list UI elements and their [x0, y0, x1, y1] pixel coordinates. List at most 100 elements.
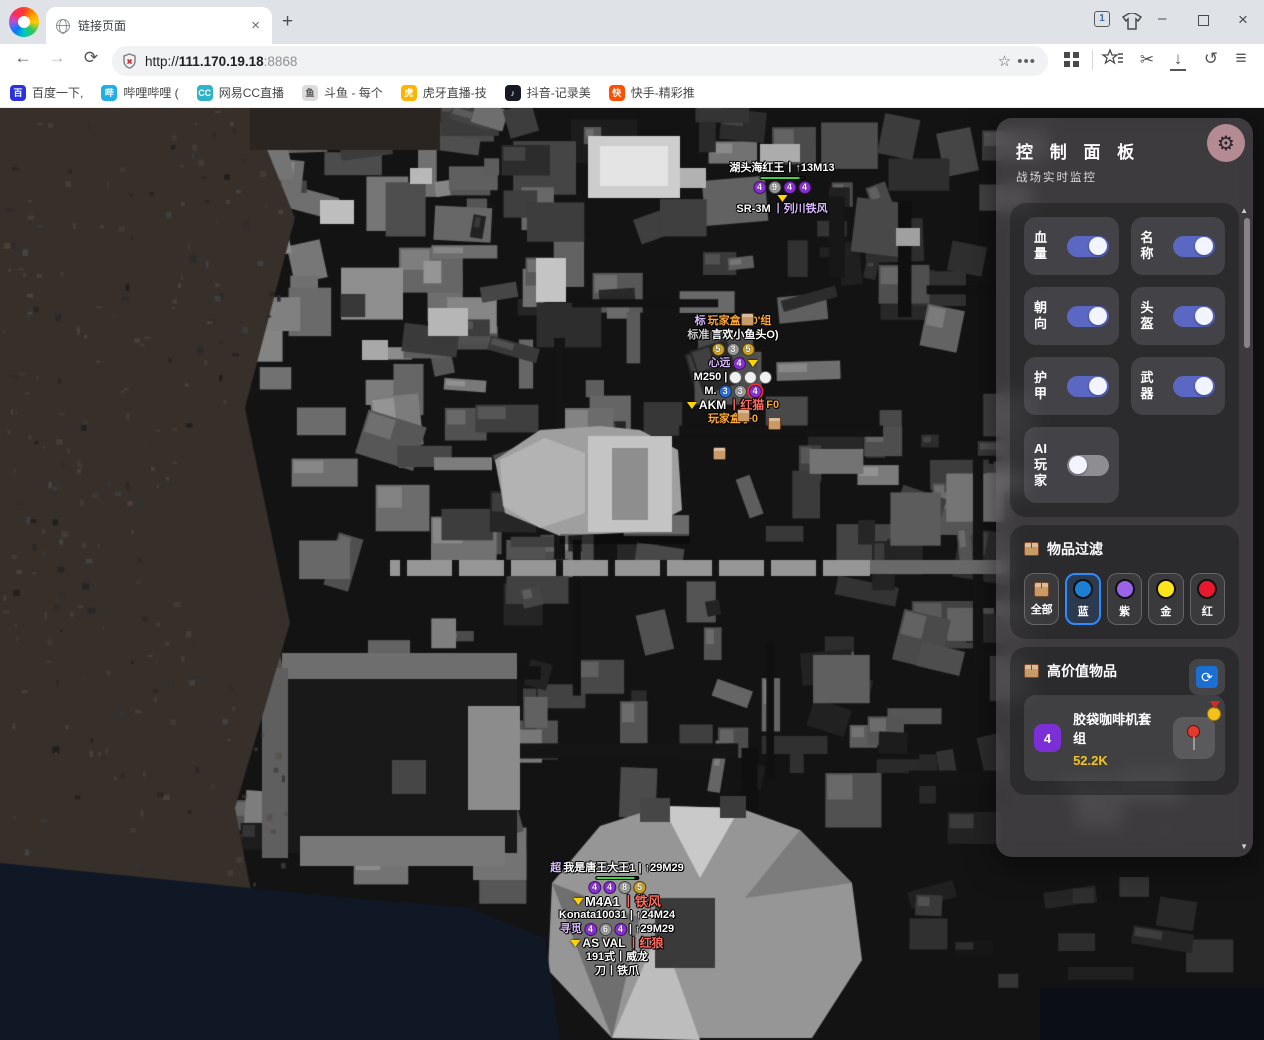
- screenshot-scissors-icon[interactable]: ✂: [1134, 50, 1160, 70]
- rarity-dot-icon: [1115, 579, 1135, 599]
- bookmark-favicon: 鱼: [302, 85, 318, 101]
- bookmark-favicon: CC: [197, 85, 213, 101]
- toggle-switch[interactable]: [1067, 306, 1109, 327]
- download-icon[interactable]: ↓: [1170, 49, 1186, 71]
- toggle-card-名称[interactable]: 名 称: [1131, 217, 1226, 275]
- rarity-dot-icon: [1073, 579, 1093, 599]
- bookmark-favicon: 哔: [101, 85, 117, 101]
- high-value-title: 高价值物品: [1047, 661, 1117, 681]
- toggle-label: 名 称: [1141, 230, 1154, 263]
- more-actions-icon[interactable]: •••: [1017, 53, 1036, 70]
- undo-icon[interactable]: ↺: [1198, 49, 1224, 69]
- scrollbar-thumb[interactable]: [1244, 218, 1250, 348]
- filter-button-金[interactable]: 金: [1148, 573, 1183, 625]
- box-icon: [1024, 542, 1039, 556]
- active-tab[interactable]: 链接页面 ×: [46, 7, 272, 44]
- bookmark-favicon: 快: [609, 85, 625, 101]
- filter-button-紫[interactable]: 紫: [1107, 573, 1142, 625]
- map-pin-icon: [1193, 737, 1195, 750]
- scroll-down-arrow[interactable]: ▼: [1240, 842, 1248, 851]
- box-icon: [1034, 582, 1049, 597]
- new-tab-button[interactable]: +: [282, 11, 293, 33]
- browser-logo: [9, 7, 39, 37]
- toggle-label: AI 玩 家: [1034, 441, 1047, 490]
- tab-close-icon[interactable]: ×: [249, 17, 262, 34]
- toggle-card-护甲[interactable]: 护 甲: [1024, 357, 1119, 415]
- toggle-card-血量[interactable]: 血 量: [1024, 217, 1119, 275]
- toggle-section: 血 量 名 称朝 向 头 盔护 甲 武 器 AI 玩 家: [1010, 203, 1239, 517]
- bookmark-item[interactable]: 虎虎牙直播-技: [401, 84, 487, 101]
- filter-button-红[interactable]: 红: [1190, 573, 1225, 625]
- item-name: 胶袋咖啡机套组: [1073, 709, 1161, 747]
- menu-icon[interactable]: ≡: [1228, 48, 1254, 70]
- item-filter-section: 物品过滤 全部蓝紫金红: [1010, 525, 1239, 639]
- toggle-card-朝向[interactable]: 朝 向: [1024, 287, 1119, 345]
- filter-label: 全部: [1031, 601, 1053, 617]
- apps-grid-icon[interactable]: [1064, 52, 1079, 67]
- toggle-switch[interactable]: [1173, 306, 1215, 327]
- maximize-button[interactable]: [1198, 13, 1209, 30]
- url-text: http://111.170.19.18:8868: [145, 54, 992, 69]
- insecure-shield-icon: [122, 53, 137, 69]
- item-value: 52.2K: [1073, 753, 1161, 768]
- refresh-icon: ⟳: [1196, 666, 1218, 688]
- item-grade-badge: 4: [1034, 724, 1061, 752]
- medal-icon: [1207, 707, 1221, 721]
- tab-count-badge[interactable]: 1: [1094, 11, 1110, 27]
- toggle-card-AI玩家[interactable]: AI 玩 家: [1024, 427, 1119, 503]
- toggle-label: 朝 向: [1034, 300, 1047, 333]
- tab-strip: 链接页面 × + 1 – ×: [0, 0, 1264, 44]
- panel-title: 控 制 面 板: [1016, 138, 1233, 163]
- toggle-switch[interactable]: [1067, 455, 1109, 476]
- bookmark-label: 抖音-记录美: [527, 84, 591, 101]
- bookmark-favicon: ♪: [505, 85, 521, 101]
- toggle-switch[interactable]: [1067, 236, 1109, 257]
- bookmark-item[interactable]: 快快手-精彩推: [609, 84, 695, 101]
- filter-label: 蓝: [1078, 603, 1089, 619]
- bookmark-favicon: 百: [10, 85, 26, 101]
- bookmark-item[interactable]: 鱼斗鱼 - 每个: [302, 84, 383, 101]
- bookmark-label: 百度一下,: [32, 84, 83, 101]
- bookmark-item[interactable]: CC网易CC直播: [197, 84, 284, 101]
- address-bar[interactable]: http://111.170.19.18:8868 ☆ •••: [112, 46, 1048, 76]
- globe-icon: [56, 19, 70, 33]
- tab-title: 链接页面: [78, 17, 249, 34]
- toggle-switch[interactable]: [1173, 376, 1215, 397]
- bookmark-label: 快手-精彩推: [631, 84, 695, 101]
- bookmark-label: 斗鱼 - 每个: [324, 84, 383, 101]
- panel-subtitle: 战场实时监控: [1016, 169, 1233, 185]
- window-close-button[interactable]: ×: [1238, 10, 1248, 30]
- settings-button[interactable]: ⚙: [1207, 124, 1245, 162]
- rarity-dot-icon: [1197, 579, 1217, 599]
- filter-button-全部[interactable]: 全部: [1024, 573, 1059, 625]
- bookmark-item[interactable]: 哔哔哩哔哩 (: [101, 84, 178, 101]
- bookmark-item[interactable]: 百百度一下,: [10, 84, 83, 101]
- bookmark-label: 虎牙直播-技: [423, 84, 487, 101]
- toggle-card-武器[interactable]: 武 器: [1131, 357, 1226, 415]
- bookmark-item[interactable]: ♪ 抖音-记录美: [505, 84, 591, 101]
- reload-button[interactable]: ⟳: [78, 48, 104, 68]
- back-button[interactable]: ←: [10, 48, 36, 68]
- bookmark-star-icon[interactable]: ☆: [998, 52, 1011, 70]
- forward-button[interactable]: →: [44, 48, 70, 68]
- theme-tshirt-icon[interactable]: [1122, 13, 1142, 30]
- toggle-switch[interactable]: [1173, 236, 1215, 257]
- toggle-switch[interactable]: [1067, 376, 1109, 397]
- gear-icon: ⚙: [1217, 131, 1235, 156]
- high-value-item-card[interactable]: 4 胶袋咖啡机套组 52.2K: [1024, 695, 1225, 781]
- refresh-button[interactable]: ⟳: [1189, 659, 1225, 695]
- toggle-card-头盔[interactable]: 头 盔: [1131, 287, 1226, 345]
- filter-label: 红: [1202, 603, 1213, 619]
- favorites-collect-icon[interactable]: [1100, 48, 1126, 68]
- filter-button-蓝[interactable]: 蓝: [1065, 573, 1100, 625]
- rarity-dot-icon: [1156, 579, 1176, 599]
- filter-label: 紫: [1119, 603, 1130, 619]
- bookmark-favicon: 虎: [401, 85, 417, 101]
- toggle-label: 武 器: [1141, 370, 1154, 403]
- minimize-button[interactable]: –: [1158, 10, 1166, 27]
- toggle-label: 头 盔: [1141, 300, 1154, 333]
- control-panel: 控 制 面 板 战场实时监控 ⚙ 血 量 名 称朝 向 头 盔护 甲 武 器 AI 玩 …: [996, 118, 1253, 857]
- scroll-up-arrow[interactable]: ▲: [1240, 206, 1248, 215]
- locate-item-button[interactable]: [1173, 717, 1215, 759]
- toggle-label: 护 甲: [1034, 370, 1047, 403]
